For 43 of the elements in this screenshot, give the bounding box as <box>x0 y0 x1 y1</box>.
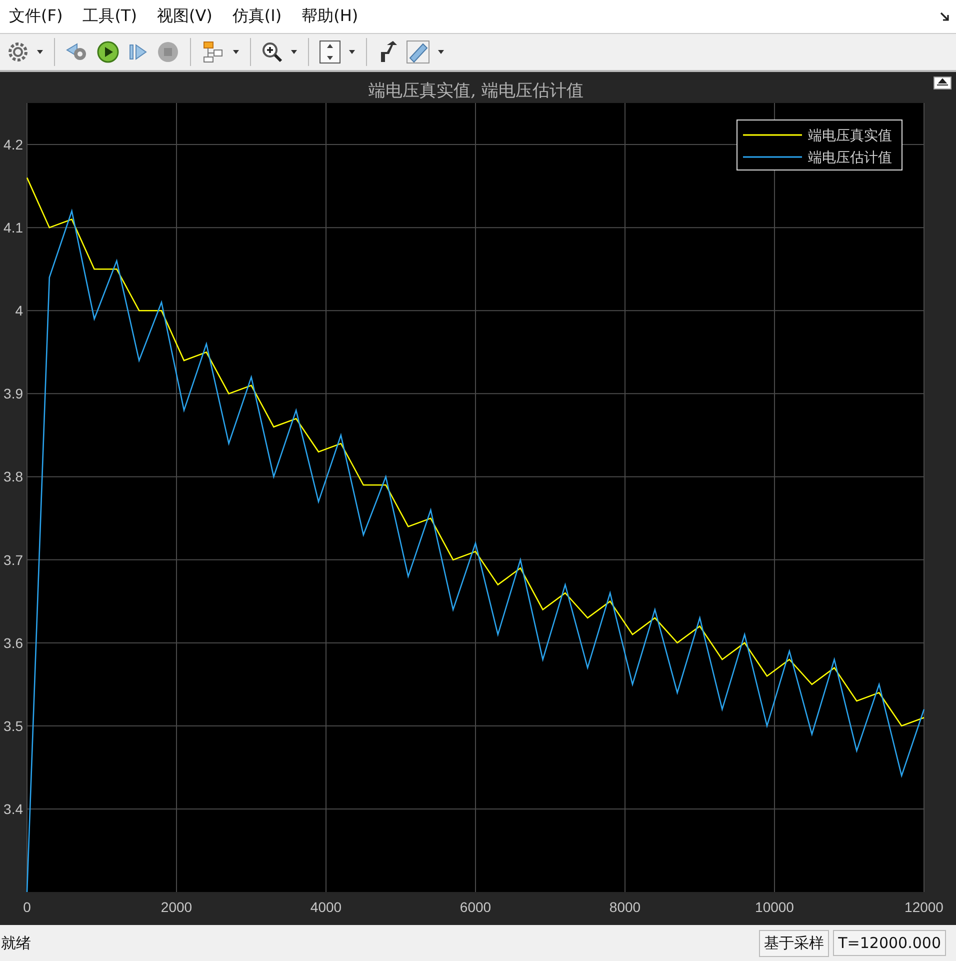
sample-mode-field: 基于采样 <box>759 930 830 956</box>
x-tick-label: 2000 <box>160 899 192 915</box>
x-tick-label: 10000 <box>755 899 794 915</box>
step-back-icon[interactable] <box>65 41 89 63</box>
menu-item[interactable]: 文件(F) <box>9 6 63 27</box>
legend-label: 端电压真实值 <box>808 128 892 144</box>
status-message: 就绪 <box>0 934 32 952</box>
y-tick-label: 3.5 <box>4 718 23 734</box>
caret-icon[interactable] <box>348 49 356 55</box>
x-tick-label: 12000 <box>904 899 944 915</box>
y-tick-label: 4 <box>15 302 23 319</box>
caret-icon[interactable] <box>437 49 445 55</box>
y-tick-label: 3.9 <box>4 386 23 402</box>
y-tick-label: 4.1 <box>4 220 23 236</box>
x-tick-label: 8000 <box>609 899 641 915</box>
menu-item[interactable]: 视图(V) <box>156 6 212 27</box>
expand-icon[interactable] <box>934 76 952 90</box>
caret-icon[interactable] <box>232 49 240 55</box>
x-tick-label: 4000 <box>310 899 342 915</box>
y-tick-label: 3.8 <box>4 468 23 485</box>
caret-icon[interactable] <box>36 49 44 55</box>
block-diagram-icon[interactable] <box>201 40 225 64</box>
caret-icon[interactable] <box>290 49 298 55</box>
step-forward-icon[interactable] <box>127 41 149 63</box>
y-tick-label: 3.7 <box>4 552 23 568</box>
x-tick-label: 6000 <box>460 899 492 915</box>
menu-item[interactable]: 工具(T) <box>82 6 137 27</box>
y-tick-label: 3.6 <box>4 634 23 651</box>
chart-title: 端电压真实值, 端电压估计值 <box>368 81 584 101</box>
menu-item[interactable]: 仿真(I) <box>232 6 282 27</box>
zoom-in-icon[interactable] <box>261 41 283 63</box>
legend-label: 端电压估计值 <box>808 150 892 166</box>
time-field: T=12000.000 <box>833 930 946 956</box>
menu-item[interactable]: 帮助(H) <box>302 6 358 27</box>
settings-icon[interactable] <box>7 41 29 63</box>
y-tick-label: 3.4 <box>4 800 23 817</box>
ruler-icon[interactable] <box>406 40 430 64</box>
fit-axes-icon[interactable] <box>319 40 341 64</box>
arrow-icon[interactable] <box>940 12 950 22</box>
y-tick-label: 4.2 <box>4 136 23 153</box>
stop-icon[interactable] <box>156 40 180 64</box>
x-tick-label: 0 <box>23 899 31 915</box>
play-icon[interactable] <box>96 40 120 64</box>
